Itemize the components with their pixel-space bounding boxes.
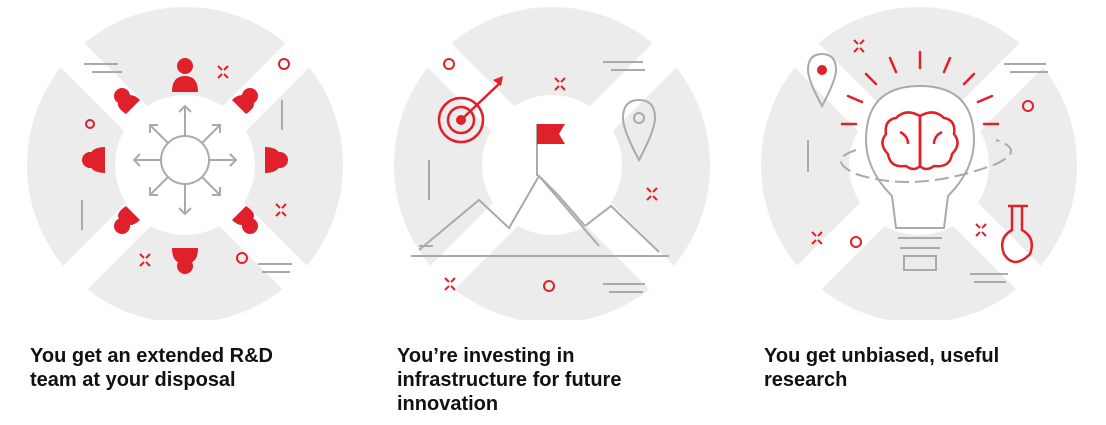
- caption-line: innovation: [397, 393, 499, 415]
- benefit-caption: You get unbiased, useful research: [764, 344, 1084, 392]
- benefit-card-research: You get unbiased, useful research: [756, 0, 1096, 425]
- benefits-row: You get an extended R&D team at your dis…: [0, 0, 1106, 425]
- caption-line: team at your disposal: [30, 369, 236, 391]
- mountain-flag-target-icon: [389, 0, 729, 320]
- team-network-icon: [22, 0, 362, 320]
- caption-line: You get an extended R&D: [30, 345, 273, 367]
- caption-line: research: [764, 369, 848, 391]
- lightbulb-brain-icon: [756, 0, 1096, 320]
- benefit-caption: You’re investing in infrastructure for f…: [397, 344, 717, 416]
- caption-line: You get unbiased, useful: [764, 345, 1000, 367]
- caption-line: infrastructure for future: [397, 369, 622, 391]
- benefit-caption: You get an extended R&D team at your dis…: [30, 344, 350, 392]
- benefit-card-infrastructure: You’re investing in infrastructure for f…: [389, 0, 729, 425]
- caption-line: You’re investing in: [397, 345, 575, 367]
- benefit-card-rd-team: You get an extended R&D team at your dis…: [22, 0, 362, 425]
